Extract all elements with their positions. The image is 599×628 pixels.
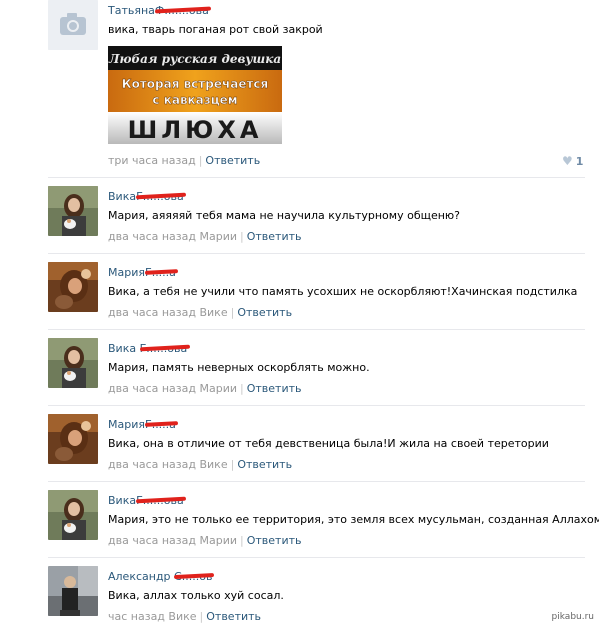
author-last-name-redacted[interactable]: Г......ова	[139, 342, 190, 355]
comment-text: Мария, аяяяяй тебя мама не научила культ…	[108, 209, 461, 222]
reply-link[interactable]: Ответить	[247, 230, 302, 243]
reply-to-name[interactable]: Марии	[199, 534, 237, 547]
reply-link[interactable]: Ответить	[247, 382, 302, 395]
reply-link[interactable]: Ответить	[206, 610, 261, 623]
comment-text: Вика, она в отличие от тебя девственица …	[108, 437, 549, 450]
comment-divider	[48, 481, 585, 482]
reply-to-name[interactable]: Вике	[168, 610, 196, 623]
author-link[interactable]: ТатьянаФ.......ова	[108, 4, 211, 17]
reply-link[interactable]: Ответить	[237, 458, 292, 471]
comment-time[interactable]: два часа назад	[108, 534, 196, 547]
attached-image[interactable]: Любая русская девушка Которая встречаетс…	[108, 46, 282, 144]
reply-link[interactable]: Ответить	[237, 306, 292, 319]
avatar-placeholder[interactable]	[48, 0, 98, 50]
comment-meta: час назад Вике | Ответить	[108, 610, 261, 623]
comment-meta: два часа назад Марии | Ответить	[108, 230, 301, 243]
comment-time[interactable]: два часа назад	[108, 458, 196, 471]
avatar[interactable]	[48, 566, 98, 616]
meta-separator: |	[230, 306, 235, 319]
comment-text: вика, тварь поганая рот свой закрой	[108, 23, 323, 36]
avatar[interactable]	[48, 490, 98, 540]
comment-meta: два часа назад Вике | Ответить	[108, 306, 292, 319]
comment-time[interactable]: час назад	[108, 610, 165, 623]
comment-text: Мария, это не только ее территория, это …	[108, 513, 599, 526]
author-link[interactable]: МарияГ.....а	[108, 266, 179, 279]
comment-time[interactable]: два часа назад	[108, 306, 196, 319]
comment-meta: два часа назад Марии | Ответить	[108, 382, 301, 395]
meta-separator: |	[199, 610, 204, 623]
meta-separator: |	[240, 382, 244, 395]
camera-icon	[48, 0, 98, 50]
author-first-name[interactable]: Мария	[108, 266, 145, 279]
meta-separator: |	[198, 154, 203, 167]
author-first-name[interactable]: Александр	[108, 570, 171, 583]
author-first-name[interactable]: Татьяна	[108, 4, 155, 17]
author-last-name-redacted[interactable]: Г......ова	[136, 190, 186, 203]
comment-time[interactable]: два часа назад	[108, 382, 196, 395]
reply-link[interactable]: Ответить	[247, 534, 302, 547]
heart-icon: ♥	[562, 154, 573, 168]
reply-to-name[interactable]: Вике	[199, 306, 227, 319]
avatar[interactable]	[48, 338, 98, 388]
comment-text: Вика, аллах только хуй сосал.	[108, 589, 284, 602]
author-last-name-redacted[interactable]: Г.....а	[144, 266, 179, 279]
author-last-name-redacted[interactable]: С.....ов	[173, 570, 215, 583]
reply-link[interactable]: Ответить	[205, 154, 260, 167]
meta-separator: |	[230, 458, 235, 471]
like-count: 1	[575, 155, 584, 168]
comment-text: Мария, память неверных оскорблять можно.	[108, 361, 370, 374]
comment-meta: два часа назад Вике | Ответить	[108, 458, 292, 471]
author-link[interactable]: Вика Г......ова	[108, 342, 190, 355]
comment-time[interactable]: три часа назад	[108, 154, 196, 167]
comment-divider	[48, 557, 585, 558]
author-last-name-redacted[interactable]: Г......ова	[136, 494, 186, 507]
author-first-name[interactable]: Вика	[108, 342, 136, 355]
comment-divider	[48, 253, 585, 254]
avatar[interactable]	[48, 186, 98, 236]
author-link[interactable]: ВикаГ......ова	[108, 190, 186, 203]
attachment-line-2: Которая встречается	[122, 77, 268, 91]
author-first-name[interactable]: Мария	[108, 418, 145, 431]
author-last-name-redacted[interactable]: Г.....а	[144, 418, 179, 431]
reply-to-name[interactable]: Марии	[199, 382, 237, 395]
author-last-name-redacted[interactable]: Ф.......ова	[154, 4, 211, 17]
attachment-line-4: ШЛЮХА	[128, 116, 263, 144]
author-first-name[interactable]: Вика	[108, 494, 136, 507]
comment-time[interactable]: два часа назад	[108, 230, 196, 243]
author-link[interactable]: ВикаГ......ова	[108, 494, 186, 507]
comment-meta: два часа назад Марии | Ответить	[108, 534, 301, 547]
reply-to-name[interactable]: Марии	[199, 230, 237, 243]
meta-separator: |	[240, 230, 244, 243]
comment-divider	[48, 177, 585, 178]
attachment-line-1: Любая русская девушка	[108, 52, 281, 66]
author-link[interactable]: МарияГ.....а	[108, 418, 179, 431]
pikabu-watermark: pikabu.ru	[551, 612, 594, 622]
avatar[interactable]	[48, 262, 98, 312]
comment-divider	[48, 329, 585, 330]
comment-meta: три часа назад | Ответить	[108, 154, 260, 167]
like-button[interactable]: ♥ 1	[562, 154, 583, 168]
attachment-line-3: с кавказцем	[152, 93, 237, 107]
avatar[interactable]	[48, 414, 98, 464]
comment-divider	[48, 405, 585, 406]
comment-text: Вика, а тебя не учили что память усохших…	[108, 285, 578, 298]
meta-separator: |	[240, 534, 244, 547]
author-link[interactable]: Александр С.....ов	[108, 570, 215, 583]
reply-to-name[interactable]: Вике	[199, 458, 227, 471]
author-first-name[interactable]: Вика	[108, 190, 136, 203]
